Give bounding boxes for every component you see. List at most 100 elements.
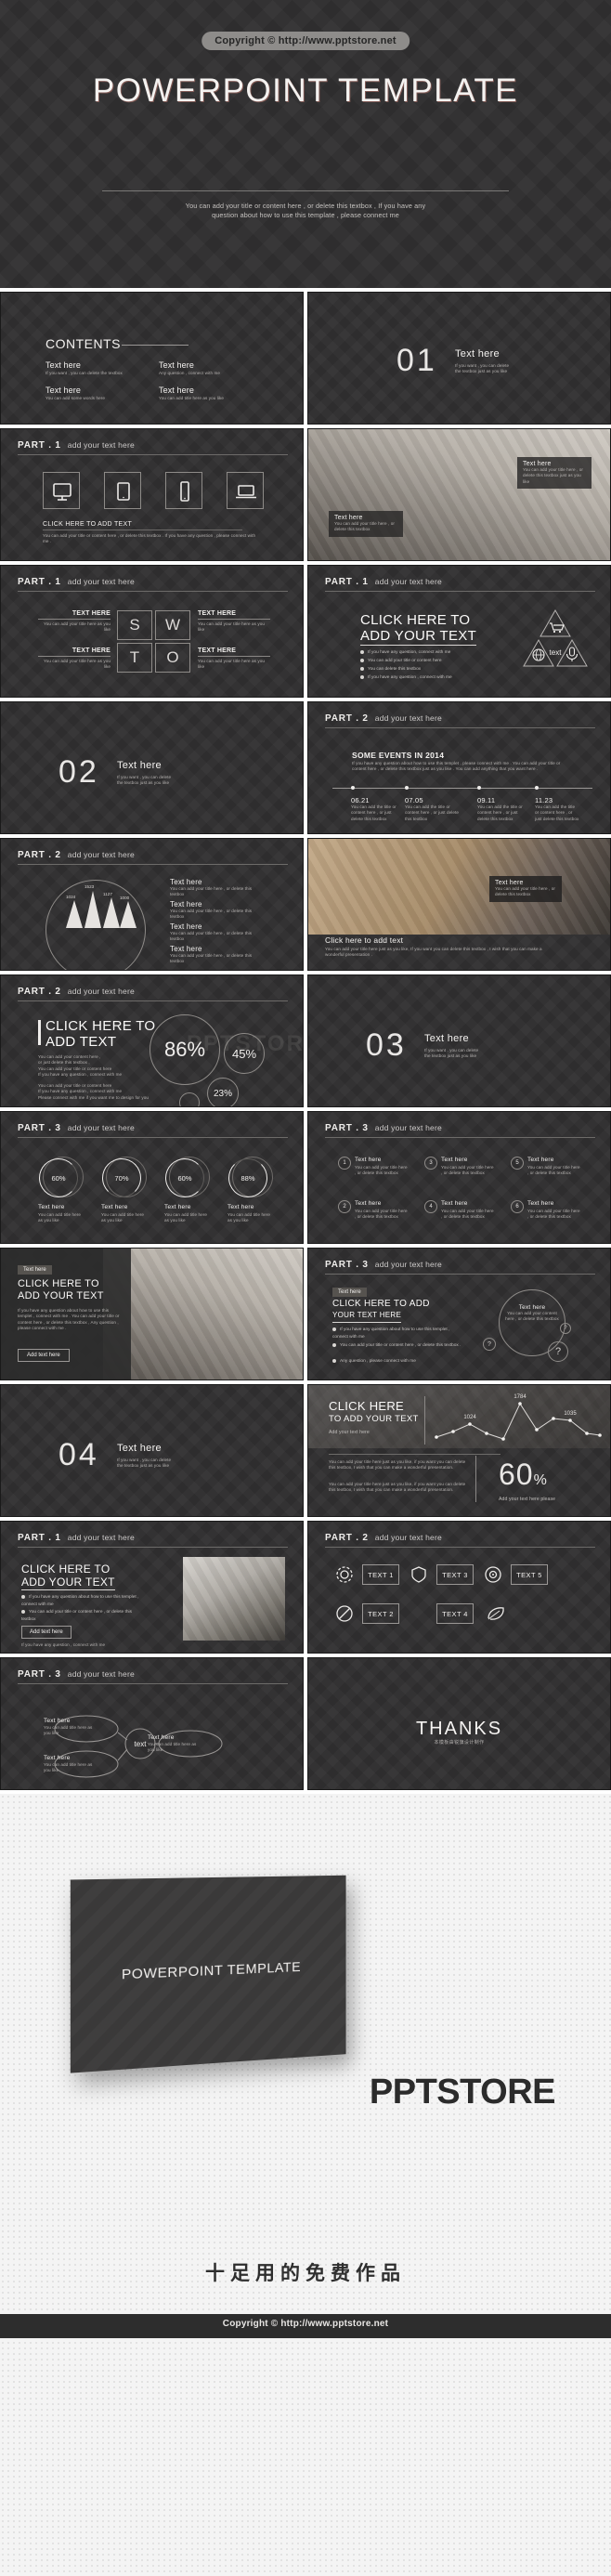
part-number: PART . 3 [325,1260,369,1270]
numbered-desc: You can add your title here , or delete … [527,1165,580,1176]
timeline-event-3[interactable]: 09.11 You can add the title or content h… [477,796,529,822]
thanks-subtitle: 本模板由锐旗设计制作 [434,1740,485,1746]
devices-slide: PART . 1 add your text here CLICK HERE T… [0,428,304,561]
leaf-icon [488,1607,504,1620]
laptop-badge[interactable]: Text here [18,1265,52,1275]
section-title: Text here [117,760,162,771]
photo-badge-top[interactable]: Text here You can add your title here , … [517,457,592,490]
devices-cta[interactable]: CLICK HERE TO ADD TEXT [43,521,132,528]
textgrid-box-3[interactable]: TEXT 5 [511,1564,548,1585]
part-subtitle: add your text here [374,1260,442,1269]
contents-item-2[interactable]: Text here Any question , connect with me [159,360,220,376]
timeline-slide: PART . 2 add your text here SOME EVENTS I… [307,701,611,834]
timeline-event-2[interactable]: 07.05 You can add the title or content h… [405,796,462,822]
promo-footer-bar: Copyright © http://www.pptstore.net [0,2314,611,2338]
section-03-slide: 03 Text here If you want , you can delet… [307,974,611,1107]
textgrid-box-1[interactable]: TEXT 1 [362,1564,399,1585]
contents-item-4[interactable]: Text here You can add title here as you … [159,386,224,401]
section-desc-line2: the textbox just as you like [117,780,170,785]
swot-quadrant-desc: You can add your title here as you like [43,621,110,633]
contents-item-desc: If you want , you can delete the textbox [46,371,123,375]
city-slide: PART . 1 add your text here CLICK HERE TO… [0,1521,304,1654]
question-bullet-3: Any question , please connect with me [332,1358,462,1366]
bubble-heading-line2: ADD TEXT [46,1034,117,1050]
chart-list-item-2[interactable]: Text here You can add your title here , … [170,900,254,921]
timeline-date: 06.21 [351,796,370,804]
triangle-chart-slide: PART . 2 add your text here 1024 1523 112… [0,838,304,971]
question-slide: PART . 3 add your text here Text here CLI… [307,1248,611,1380]
ring-pct: 60% [51,1173,66,1183]
city-cta[interactable]: Add text here [21,1626,72,1639]
pyramid-bullet-text: You can add your title or content here [368,659,442,663]
question-badge[interactable]: Text here [332,1288,367,1297]
part-divider [325,1137,595,1138]
bullet-dot [360,649,364,654]
devices-body: You can add your title or content here ,… [43,533,256,544]
textgrid-box-2[interactable]: TEXT 3 [436,1564,474,1585]
question-mark-icon: ? [483,1338,496,1351]
hero-subtitle-line2: question about how to use this template … [212,211,399,219]
timeline-event-4[interactable]: 11.23 You can add the title or content h… [535,796,579,822]
bullet-dot [21,1594,25,1599]
bubble-ring-small [179,1092,200,1106]
bullet-dot [332,1358,336,1363]
template-preview-page: Copyright © http://www.pptstore.net POWE… [0,0,611,2576]
ring-desc: You can add title here as you like [38,1212,82,1223]
hero-title: POWERPOINT TEMPLATE [92,72,519,109]
device-card-1[interactable] [43,472,80,509]
timeline-event-1[interactable]: 06.21 You can add the title or content h… [351,796,399,822]
smartphone-icon [180,481,189,502]
photo-badge-bottom[interactable]: Text here You can add your title here , … [329,511,403,537]
part-number: PART . 1 [18,1533,61,1543]
part-label: PART . 1 add your text here [18,440,135,451]
contents-item-3[interactable]: Text here You can add some words here [46,386,105,401]
line-chart-separator-2 [475,1456,476,1502]
part-label: PART . 2 add your text here [18,850,135,860]
copyright-badge: Copyright © http://www.pptstore.net [202,32,410,50]
swot-quadrant-2[interactable]: TEXT HERE You can add your title here as… [198,610,270,634]
part-label: PART . 1 add your text here [18,577,135,587]
swot-quadrant-rule [198,619,270,620]
mindmap-node-3-label: Text here [148,1734,175,1741]
bullet-dot [332,1342,336,1347]
pyramid-bullet-4: If you have any question , connect with … [360,674,452,682]
part-divider [325,1547,595,1548]
question-circle-label: Text here [518,1304,546,1311]
timeline-date: 07.05 [405,796,423,804]
photo2-badge[interactable]: Text here You can add your title here , … [489,876,562,902]
device-card-2[interactable] [104,472,141,509]
bubble-para-1: You can add your content here , or just … [38,1054,123,1078]
numbered-label: Text here [527,1200,554,1207]
swot-quadrant-1[interactable]: TEXT HERE You can add your title here as… [38,610,110,634]
section-number: 04 [58,1437,99,1472]
laptop-cta[interactable]: Add text here [18,1349,70,1362]
hero-subtitle: You can add your title or content here ,… [0,202,611,220]
section-number: 03 [366,1027,407,1063]
chart-list-item-3[interactable]: Text here You can add your title here , … [170,922,254,943]
part-number: PART . 3 [325,1123,369,1133]
part-number: PART . 2 [18,987,61,997]
textgrid-box-5[interactable]: TEXT 4 [436,1603,474,1624]
swot-quadrant-4[interactable]: TEXT HERE You can add your title here as… [198,647,270,671]
numbered-badge: 5 [511,1157,524,1170]
chart-list-label: Text here [170,922,202,931]
swot-letter-w: W [155,610,190,640]
city-photo [183,1557,285,1641]
line-chart-graph: 1024 1784 1035 [435,1394,602,1441]
promo-card-title: POWERPOINT TEMPLATE [121,1958,302,1982]
textgrid-box-4[interactable]: TEXT 2 [362,1603,399,1624]
chart-list-item-4[interactable]: Text here You can add your title here , … [170,945,254,965]
pyramid-heading-line2: ADD YOUR TEXT [360,628,477,646]
laptop-photo [103,1249,303,1380]
part-label: PART . 2 add your text here [325,1533,442,1543]
swot-quadrant-rule [38,619,110,620]
device-card-3[interactable] [165,472,202,509]
chart-list-item-1[interactable]: Text here You can add your title here , … [170,878,254,898]
photo2-cta[interactable]: Click here to add text [325,935,403,945]
shield-icon [411,1566,426,1583]
contents-item-1[interactable]: Text here If you want , you can delete t… [46,360,123,376]
timeline-marker [535,785,539,790]
device-card-4[interactable] [227,472,264,509]
city-bullet-1: If you have any question about how to us… [21,1594,142,1609]
swot-quadrant-3[interactable]: TEXT HERE You can add your title here as… [38,647,110,671]
